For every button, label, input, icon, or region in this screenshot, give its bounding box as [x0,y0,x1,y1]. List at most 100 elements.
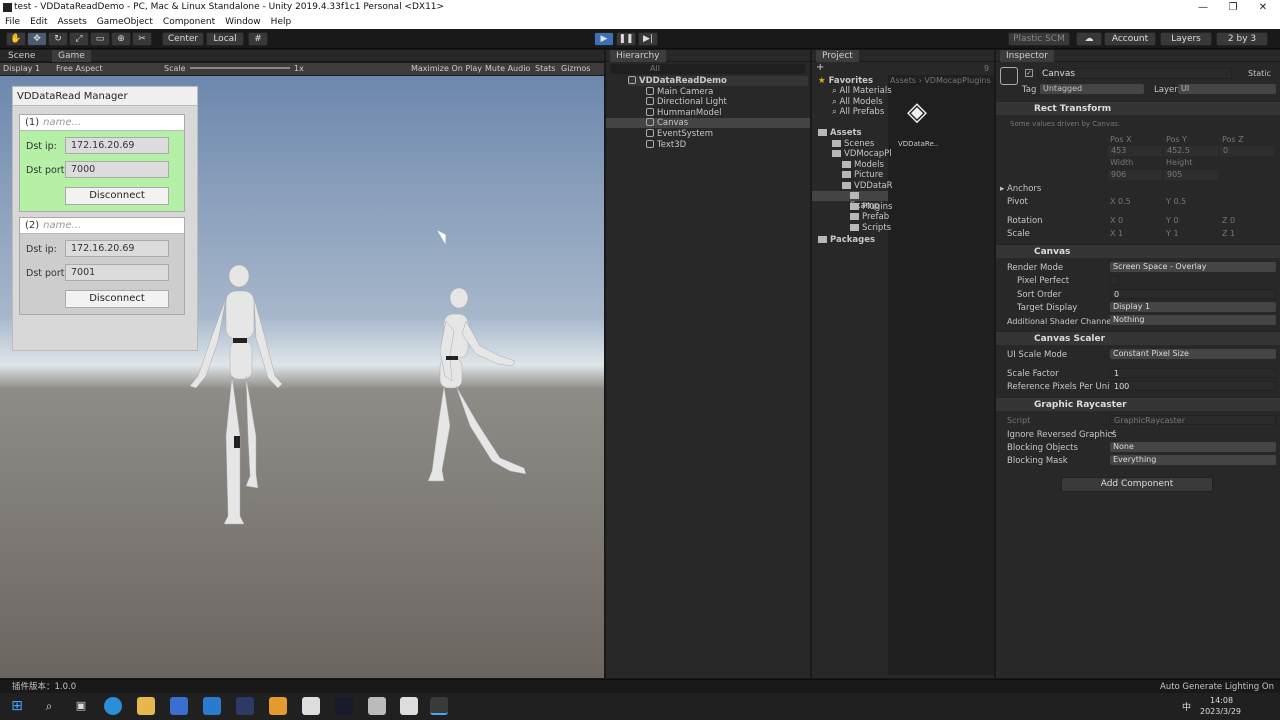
pivot-center-toggle[interactable]: Center [162,32,204,46]
hierarchy-item[interactable]: HummanModel [646,108,721,118]
favorite-item[interactable]: ⌕ All Materials [832,86,892,96]
task-view-icon[interactable]: ▣ [72,697,90,715]
shader-channels-dropdown[interactable]: Nothing [1110,315,1276,325]
menu-gameobject[interactable]: GameObject [92,15,158,29]
hierarchy-item[interactable]: Directional Light [646,97,727,107]
hierarchy-search-input[interactable]: All [610,64,806,74]
menu-window[interactable]: Window [220,15,266,29]
step-icon[interactable]: ▶| [638,32,658,46]
sort-order-field[interactable]: 0 [1110,289,1276,299]
store-icon[interactable] [170,697,188,715]
tab-game[interactable]: Game [52,50,91,62]
app-icon[interactable] [335,697,353,715]
packages-folder[interactable]: Packages [818,235,875,245]
layout-dropdown[interactable]: 2 by 3 [1216,32,1268,46]
grid-snap-icon[interactable]: # [248,32,268,46]
plastic-scm-button[interactable]: Plastic SCM [1008,32,1070,46]
aspect-dropdown[interactable]: Free Aspect [56,63,103,75]
tag-dropdown[interactable]: Untagged [1040,84,1144,94]
scale-slider[interactable] [190,67,290,69]
folder-item[interactable]: Prefab [850,212,889,222]
scale-factor-field[interactable]: 1 [1110,368,1276,378]
add-component-button[interactable]: Add Component [1061,477,1213,492]
menu-assets[interactable]: Assets [53,15,92,29]
rect-transform-header[interactable]: Rect Transform [996,101,1280,115]
app-icon[interactable] [302,697,320,715]
hierarchy-item[interactable]: Main Camera [646,87,713,97]
scale-tool-icon[interactable]: ⤢ [69,32,89,46]
mail-icon[interactable] [203,697,221,715]
active-checkbox[interactable]: ✓ [1025,69,1033,77]
scale-x-field[interactable]: X 1 [1110,229,1123,238]
blocking-objects-dropdown[interactable]: None [1110,442,1276,452]
windows-start-icon[interactable]: ⊞ [8,697,26,715]
ui-scale-mode-dropdown[interactable]: Constant Pixel Size [1110,349,1276,359]
canvas-component-header[interactable]: Canvas [996,244,1280,258]
pivot-local-toggle[interactable]: Local [206,32,244,46]
folder-item[interactable]: VDMocapPl [832,149,892,159]
menu-component[interactable]: Component [158,15,220,29]
posx-field[interactable]: 453 [1108,146,1162,156]
pause-icon[interactable]: ❚❚ [616,32,636,46]
folder-item[interactable]: Models [842,160,884,170]
scene-root-item[interactable]: VDDataReadDemo [628,76,808,86]
ignore-reversed-checkbox[interactable]: ✓ [1110,429,1119,438]
display-dropdown[interactable]: Display 1 [3,63,40,75]
mute-audio-toggle[interactable]: Mute Audio [485,63,530,75]
close-icon[interactable]: ✕ [1248,0,1278,15]
folder-item[interactable]: VDDataR [842,181,893,191]
pivot-x-field[interactable]: X 0.5 [1110,197,1131,206]
move-tool-icon[interactable]: ✥ [27,32,47,46]
tab-scene[interactable]: Scene [2,50,41,62]
menu-file[interactable]: File [0,15,25,29]
layer-dropdown[interactable]: UI [1178,84,1276,94]
play-icon[interactable]: ▶ [594,32,614,46]
hand-tool-icon[interactable]: ✋ [6,32,26,46]
file-explorer-icon[interactable] [137,697,155,715]
rotation-y-field[interactable]: Y 0 [1166,216,1179,225]
rect-tool-icon[interactable]: ▭ [90,32,110,46]
folder-item-selected[interactable]: Examp [812,191,888,211]
tab-project[interactable]: Project [816,50,859,62]
posz-field[interactable]: 0 [1220,146,1274,156]
app-icon[interactable] [269,697,287,715]
app-icon[interactable] [400,697,418,715]
custom-tool-icon[interactable]: ✂ [132,32,152,46]
gizmos-dropdown[interactable]: Gizmos [561,63,590,75]
rotate-tool-icon[interactable]: ↻ [48,32,68,46]
hierarchy-item[interactable]: Text3D [646,140,686,150]
rotation-x-field[interactable]: X 0 [1110,216,1123,225]
create-plus-icon[interactable]: + [816,63,832,73]
ime-indicator[interactable]: 中 [1182,700,1191,713]
cloud-icon[interactable]: ☁ [1076,32,1102,46]
layers-dropdown[interactable]: Layers [1160,32,1212,46]
static-toggle[interactable]: Static [1248,69,1271,78]
folder-item[interactable]: Picture [842,170,883,180]
game-view[interactable]: VDDataRead Manager (1) name... Dst ip: 17… [0,76,604,678]
posy-field[interactable]: 452.5 [1164,146,1218,156]
object-name-input[interactable]: Canvas [1038,68,1232,79]
pivot-y-field[interactable]: Y 0.5 [1166,197,1186,206]
assets-folder[interactable]: Assets [818,128,862,138]
hierarchy-item-selected[interactable]: Canvas [606,118,810,128]
account-dropdown[interactable]: Account [1104,32,1156,46]
app-icon[interactable] [236,697,254,715]
scale-z-field[interactable]: Z 1 [1222,229,1235,238]
folder-item[interactable]: Scripts [850,223,891,233]
ref-pixels-field[interactable]: 100 [1110,381,1276,391]
unity-logo-icon[interactable]: ◈ [900,97,934,131]
menu-edit[interactable]: Edit [25,15,52,29]
minimize-icon[interactable]: — [1188,0,1218,15]
stats-toggle[interactable]: Stats [535,63,555,75]
pixel-perfect-checkbox[interactable] [1110,276,1119,285]
hierarchy-item[interactable]: EventSystem [646,129,713,139]
favorite-item[interactable]: ⌕ All Prefabs [832,107,884,117]
unity-editor-taskbar-icon[interactable] [430,697,448,715]
transform-tool-icon[interactable]: ⊕ [111,32,131,46]
edge-browser-icon[interactable] [104,697,122,715]
unity-hub-icon[interactable] [368,697,386,715]
anchors-foldout[interactable]: ▸ Anchors [1000,184,1041,194]
folder-item[interactable]: Plugins [850,202,892,212]
blocking-mask-dropdown[interactable]: Everything [1110,455,1276,465]
maximize-on-play-toggle[interactable]: Maximize On Play [411,63,482,75]
